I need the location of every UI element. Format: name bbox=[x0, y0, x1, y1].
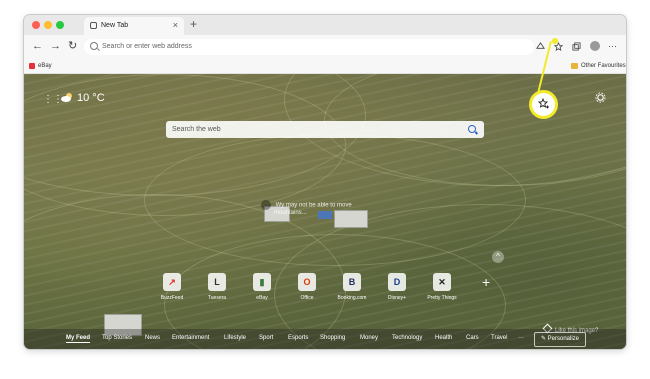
add-favorite-star-icon bbox=[538, 98, 549, 109]
image-info-line2: mountains... bbox=[274, 210, 307, 216]
feed-tab-lifestyle[interactable]: Lifestyle bbox=[224, 335, 246, 341]
feed-tab-health[interactable]: Health bbox=[435, 335, 452, 341]
feed-tab-more[interactable]: ··· bbox=[518, 335, 524, 341]
image-info-line1: Wy may not be able to move bbox=[275, 202, 352, 209]
quick-link-buzzfeed[interactable]: ↗ BuzzFeed bbox=[154, 273, 190, 301]
add-quick-link-button[interactable]: + bbox=[482, 275, 490, 289]
image-info[interactable]: Wy may not be able to move mountains... bbox=[261, 200, 352, 216]
tuesera-icon: L bbox=[208, 273, 226, 291]
minimize-window-button[interactable] bbox=[44, 21, 52, 29]
feed-tab-my-feed[interactable]: My Feed bbox=[66, 335, 91, 343]
weather-temperature[interactable]: 10 °C bbox=[77, 92, 105, 104]
feed-tab-sport[interactable]: Sport bbox=[259, 335, 273, 341]
read-aloud-icon[interactable] bbox=[536, 42, 545, 51]
disney-plus-icon: D bbox=[388, 273, 406, 291]
browser-window: New Tab × + ← → ↻ Search or enter web ad… bbox=[24, 15, 626, 349]
ebay-favicon-icon bbox=[29, 63, 35, 69]
collections-icon[interactable] bbox=[572, 42, 581, 51]
gear-icon[interactable] bbox=[595, 92, 606, 103]
booking-icon: B bbox=[343, 273, 361, 291]
profile-avatar[interactable] bbox=[590, 41, 600, 51]
search-icon[interactable] bbox=[468, 125, 476, 133]
new-tab-button[interactable]: + bbox=[190, 18, 197, 30]
quick-link-booking[interactable]: B Booking.com bbox=[334, 273, 370, 301]
feed-tab-entertainment[interactable]: Entertainment bbox=[172, 335, 209, 341]
quick-link-label: BuzzFeed bbox=[160, 295, 184, 301]
back-button[interactable]: ← bbox=[32, 40, 43, 52]
quick-link-ebay[interactable]: ▮ eBay bbox=[244, 273, 280, 301]
feed-tab-top-stories[interactable]: Top Stories bbox=[102, 335, 132, 341]
address-placeholder: Search or enter web address bbox=[102, 43, 192, 50]
feed-tab-shopping[interactable]: Shopping bbox=[320, 335, 345, 341]
feed-tab-cars[interactable]: Cars bbox=[466, 335, 479, 341]
more-menu-icon[interactable]: ··· bbox=[608, 42, 617, 51]
tab-strip: New Tab × + bbox=[24, 15, 626, 35]
favorites-callout bbox=[529, 90, 558, 119]
cloud-sun-icon bbox=[61, 93, 72, 102]
personalize-label: Personalize bbox=[547, 336, 579, 342]
buzzfeed-icon: ↗ bbox=[163, 273, 181, 291]
new-tab-page-icon bbox=[90, 22, 97, 29]
feed-tab-bar: My Feed Top Stories News Entertainment L… bbox=[24, 329, 626, 349]
favorites-bar: eBay Other Favourites bbox=[24, 59, 626, 74]
tab-new-tab[interactable]: New Tab × bbox=[84, 17, 184, 35]
address-bar[interactable]: Search or enter web address bbox=[84, 39, 534, 55]
quick-link-label: Booking.com bbox=[337, 295, 367, 301]
quick-link-label: Disney+ bbox=[387, 295, 407, 301]
collapse-button[interactable]: ^ bbox=[492, 251, 504, 263]
feed-tab-travel[interactable]: Travel bbox=[491, 335, 507, 341]
callout-anchor-dot bbox=[552, 38, 558, 44]
feed-tab-money[interactable]: Money bbox=[360, 335, 378, 341]
camera-search-icon bbox=[261, 200, 271, 210]
personalize-button[interactable]: ✎ Personalize bbox=[533, 332, 586, 347]
quick-links: ↗ BuzzFeed L Tuesera ▮ eBay O Office B B… bbox=[154, 273, 494, 315]
feed-tab-technology[interactable]: Technology bbox=[392, 335, 422, 341]
ebay-bag-icon: ▮ bbox=[253, 273, 271, 291]
close-window-button[interactable] bbox=[32, 21, 40, 29]
other-favourites-link[interactable]: Other Favourites bbox=[581, 63, 626, 69]
feed-tab-news[interactable]: News bbox=[145, 335, 160, 341]
feed-tab-esports[interactable]: Esports bbox=[288, 335, 308, 341]
search-placeholder: Search the web bbox=[172, 126, 221, 133]
tab-title: New Tab bbox=[101, 22, 129, 29]
quick-link-label: eBay bbox=[256, 295, 268, 301]
tab-close-icon[interactable]: × bbox=[173, 20, 178, 30]
web-search-input[interactable]: Search the web bbox=[166, 121, 484, 138]
zoom-window-button[interactable] bbox=[56, 21, 64, 29]
quick-link-disney[interactable]: D Disney+ bbox=[379, 273, 415, 301]
office-icon: O bbox=[298, 273, 316, 291]
quick-link-label: Tuesera bbox=[207, 295, 227, 301]
quick-link-office[interactable]: O Office bbox=[289, 273, 325, 301]
toolbar: ← → ↻ Search or enter web address ··· bbox=[24, 35, 626, 59]
search-icon bbox=[90, 42, 98, 50]
pretty-things-icon: ✕ bbox=[433, 273, 451, 291]
quick-link-label: Pretty Things bbox=[427, 295, 457, 301]
forward-button[interactable]: → bbox=[50, 40, 61, 52]
favorite-ebay-link[interactable]: eBay bbox=[38, 63, 52, 69]
quick-link-pretty-things[interactable]: ✕ Pretty Things bbox=[424, 273, 460, 301]
quick-link-tuesera[interactable]: L Tuesera bbox=[199, 273, 235, 301]
quick-link-label: Office bbox=[300, 295, 314, 301]
reload-button[interactable]: ↻ bbox=[68, 40, 77, 52]
folder-icon bbox=[571, 63, 578, 69]
